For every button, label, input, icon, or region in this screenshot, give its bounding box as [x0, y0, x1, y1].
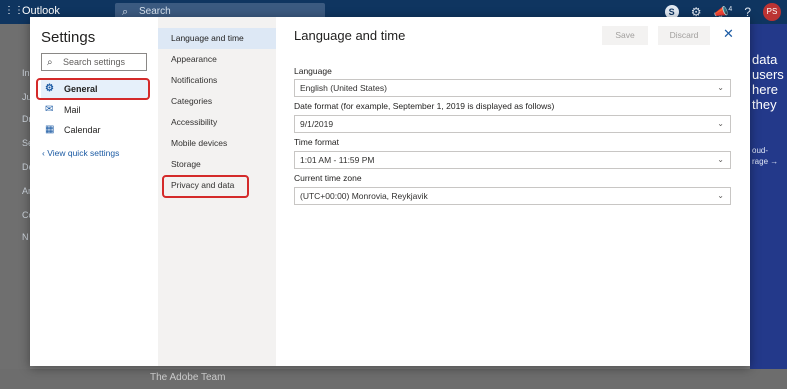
view-quick-settings-link[interactable]: ‹ View quick settings	[42, 148, 119, 158]
date-format-value: 9/1/2019	[300, 119, 334, 129]
mail-icon: ✉	[45, 104, 54, 115]
nav-label: Mail	[64, 105, 81, 115]
ad-text: they	[752, 97, 777, 112]
search-icon: ⌕	[47, 57, 53, 68]
ad-text: data	[752, 52, 778, 67]
save-button[interactable]: Save	[602, 26, 648, 45]
notification-count: 4	[728, 6, 733, 13]
ad-text: users	[752, 67, 784, 82]
left-rail-item[interactable]: Ju	[0, 92, 30, 102]
subnav-notifications[interactable]: Notifications	[158, 70, 276, 91]
top-search-placeholder: Search	[139, 6, 171, 17]
nav-label: Calendar	[64, 125, 101, 135]
app-title: Outlook	[22, 5, 60, 17]
chevron-left-icon: ‹	[42, 148, 45, 158]
subnav-appearance[interactable]: Appearance	[158, 49, 276, 70]
left-rail: In Ju Dr Se De Ar Co N	[0, 24, 30, 389]
settings-categories-pane: Settings ⌕ Search settings ⚙ General ✉ M…	[30, 17, 158, 366]
avatar[interactable]: PS	[763, 3, 781, 21]
nav-calendar[interactable]: ▦ Calendar	[41, 120, 149, 140]
app-launcher-icon[interactable]: ⋮⋮	[4, 6, 24, 16]
language-value: English (United States)	[300, 83, 387, 93]
language-time-pane: Language and time Save Discard ✕ Languag…	[276, 17, 750, 366]
left-rail-item[interactable]: N	[0, 232, 30, 242]
ad-small-text[interactable]: rage →	[752, 157, 778, 166]
left-rail-item[interactable]: In	[0, 68, 30, 78]
ad-small-text: oud-	[752, 146, 769, 155]
time-format-label: Time format	[294, 137, 340, 147]
left-rail-item[interactable]: De	[0, 162, 30, 172]
chevron-down-icon: ⌄	[717, 155, 724, 164]
chevron-down-icon: ⌄	[717, 191, 724, 200]
general-subnav: Language and time Appearance Notificatio…	[158, 17, 276, 366]
language-dropdown[interactable]: English (United States) ⌄	[294, 79, 731, 97]
left-rail-item[interactable]: Co	[0, 210, 30, 220]
settings-title: Settings	[41, 29, 96, 46]
chevron-down-icon: ⌄	[717, 119, 724, 128]
settings-dialog: Settings ⌕ Search settings ⚙ General ✉ M…	[30, 17, 750, 366]
subnav-language-and-time[interactable]: Language and time	[158, 28, 276, 49]
left-rail-item[interactable]: Dr	[0, 114, 30, 124]
close-icon[interactable]: ✕	[723, 26, 734, 42]
time-format-dropdown[interactable]: 1:01 AM - 11:59 PM ⌄	[294, 151, 731, 169]
nav-mail[interactable]: ✉ Mail	[41, 100, 149, 120]
highlight-box-privacy	[162, 175, 249, 198]
date-format-dropdown[interactable]: 9/1/2019 ⌄	[294, 115, 731, 133]
language-label: Language	[294, 66, 332, 76]
quick-settings-label: View quick settings	[47, 148, 120, 158]
time-zone-value: (UTC+00:00) Monrovia, Reykjavik	[300, 191, 428, 201]
subnav-storage[interactable]: Storage	[158, 154, 276, 175]
subnav-categories[interactable]: Categories	[158, 91, 276, 112]
left-rail-item[interactable]: Se	[0, 138, 30, 148]
subnav-accessibility[interactable]: Accessibility	[158, 112, 276, 133]
page-title: Language and time	[294, 28, 406, 43]
date-format-label: Date format (for example, September 1, 2…	[294, 101, 555, 111]
time-zone-dropdown[interactable]: (UTC+00:00) Monrovia, Reykjavik ⌄	[294, 187, 731, 205]
left-rail-item[interactable]: Ar	[0, 186, 30, 196]
time-format-value: 1:01 AM - 11:59 PM	[300, 155, 375, 165]
chevron-down-icon: ⌄	[717, 83, 724, 92]
highlight-box-general	[36, 78, 150, 100]
subnav-mobile-devices[interactable]: Mobile devices	[158, 133, 276, 154]
settings-search-input[interactable]: ⌕ Search settings	[41, 53, 147, 71]
ad-text: here	[752, 82, 779, 97]
settings-search-placeholder: Search settings	[63, 57, 126, 67]
time-zone-label: Current time zone	[294, 173, 362, 183]
discard-button[interactable]: Discard	[658, 26, 710, 45]
calendar-icon: ▦	[45, 124, 55, 135]
bottom-bar: The Adobe Team	[0, 369, 787, 389]
bottom-sender: The Adobe Team	[150, 372, 226, 383]
ad-panel: data users here they oud- rage →	[750, 24, 787, 389]
